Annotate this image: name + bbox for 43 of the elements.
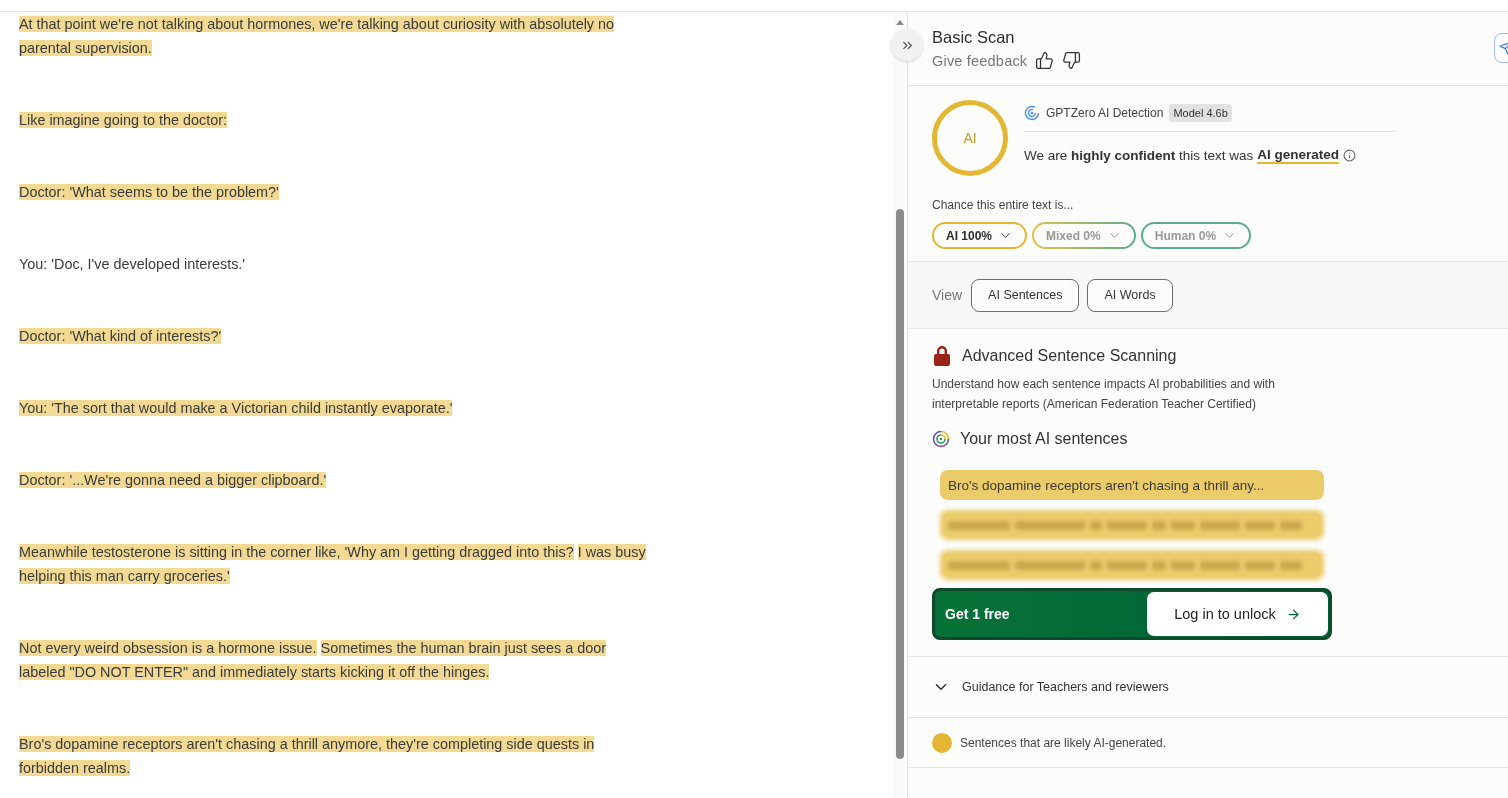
result-ring: AI [932,100,1008,176]
section-title: Advanced Sentence Scanning [962,346,1177,365]
model-badge: Model 4.6b [1169,103,1232,122]
lock-icon [932,345,952,366]
legend-label: Sentences that are likely AI-generated. [960,735,1167,750]
highlighted-sentence: At that point we're not talking about hormones, we're talking about curiosity with absolutely no [19,16,615,32]
view-label: View [932,287,963,303]
collapse-button[interactable] [891,29,923,61]
highlighted-sentence: I was busy [577,544,646,560]
highlighted-sentence: Doctor: '...We're gonna need a bigger clipboard.' [19,472,327,488]
info-icon[interactable] [1343,149,1357,162]
highlighted-sentence: Sometimes the human brain just sees a door [320,640,607,656]
chance-label: Chance this entire text is... [932,198,1075,212]
spiral-logo-icon [932,430,950,448]
sentence: You: 'Doc, I've developed interests.' [19,256,246,272]
highlighted-sentence: forbidden realms. [19,760,131,776]
arrow-right-icon[interactable] [1285,606,1301,622]
highlighted-sentence: Doctor: 'What seems to be the problem?' [19,184,279,200]
login-button[interactable]: Log in to unlock [1147,592,1328,636]
highlighted-sentence: Doctor: 'What kind of interests?' [19,328,222,344]
thumbs-up-icon[interactable] [1035,51,1055,70]
subsection-title: Your most AI sentences [960,430,1128,448]
sentence-card: Bro's dopamine receptors aren't chasing a thrill any... [940,470,1324,500]
highlighted-sentence: Bro's dopamine receptors aren't chasing a thrill anymore, they're completing side quests in [19,736,595,752]
feedback-label: Give feedback [932,52,1028,69]
highlighted-sentence: labeled "DO NOT ENTER" and immediately starts kicking it off the hinges. [19,664,490,680]
verdict-link[interactable]: AI generated [1257,147,1340,164]
target-icon [1024,104,1040,121]
verdict-text: We are highly confident this text was [1024,148,1254,163]
highlighted-sentence: parental supervision. [19,40,152,56]
view-button[interactable]: AI Words [1087,278,1173,312]
thumbs-down-icon[interactable] [1062,51,1082,70]
view-button[interactable]: AI Sentences [971,278,1080,312]
highlighted-sentence: Not every weird obsession is a hormone issue. [19,640,317,656]
highlighted-sentence: Meanwhile testosterone is sitting in the corner like, 'Why am I getting dragged into this? [19,544,574,560]
panel-title: Basic Scan [932,27,1016,48]
scrollbar[interactable] [893,12,907,798]
detector-name: GPTZero AI Detection [1046,105,1164,120]
highlighted-sentence: helping this man carry groceries.' [19,568,230,584]
banner-label: Get 1 free [945,606,1010,622]
highlighted-sentence: Like imagine going to the doctor: [19,112,227,128]
highlighted-sentence: You: 'The sort that would make a Victorian child instantly evaporate.' [19,400,453,416]
section-description: Understand how each sentence impacts AI probabilities and with interpretable reports (American Federation Teacher Certified) [932,376,1276,413]
